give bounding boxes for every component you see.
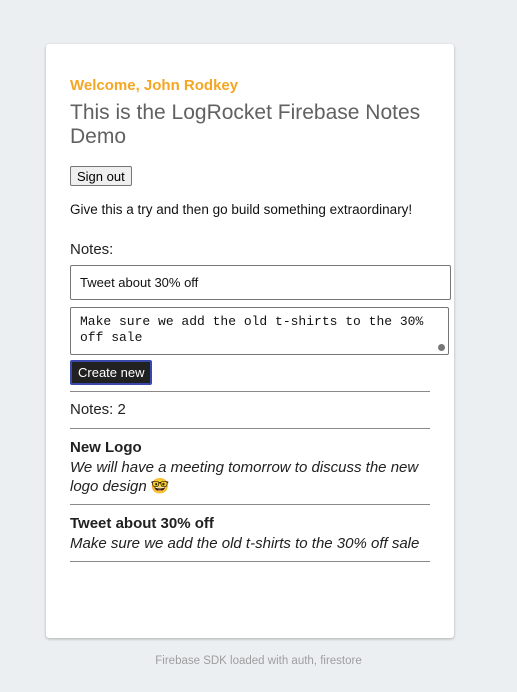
- nerd-face-emoji-icon: 🤓: [150, 478, 170, 495]
- note-body-text: We will have a meeting tomorrow to discu…: [70, 459, 419, 495]
- tagline: Give this a try and then go build someth…: [70, 202, 413, 217]
- notes-form-label: Notes:: [70, 241, 114, 258]
- sign-out-button[interactable]: Sign out: [70, 166, 132, 186]
- sdk-status-text: Firebase SDK loaded with auth, firestore: [155, 655, 362, 667]
- note-item: New Logo We will have a meeting tomorrow…: [70, 429, 430, 504]
- note-body: Make sure we add the old t-shirts to the…: [70, 535, 420, 552]
- note-body: We will have a meeting tomorrow to discu…: [70, 458, 420, 496]
- note-title: New Logo: [70, 439, 142, 456]
- resize-handle-icon[interactable]: [438, 344, 445, 351]
- notes-card: Welcome, John Rodkey This is the LogRock…: [46, 44, 454, 638]
- welcome-message: Welcome, John Rodkey: [70, 77, 239, 94]
- divider: [70, 391, 430, 392]
- note-item: Tweet about 30% off Make sure we add the…: [70, 505, 430, 561]
- create-note-button[interactable]: Create new: [70, 360, 153, 385]
- note-title: Tweet about 30% off: [70, 515, 214, 532]
- note-title-input[interactable]: [70, 265, 451, 300]
- notes-count: Notes: 2: [70, 401, 126, 418]
- divider: [70, 561, 430, 562]
- note-body-textarea[interactable]: Make sure we add the old t-shirts to the…: [70, 307, 449, 355]
- note-body-wrapper: Make sure we add the old t-shirts to the…: [70, 307, 449, 355]
- page-title: This is the LogRocket Firebase Notes Dem…: [70, 101, 421, 148]
